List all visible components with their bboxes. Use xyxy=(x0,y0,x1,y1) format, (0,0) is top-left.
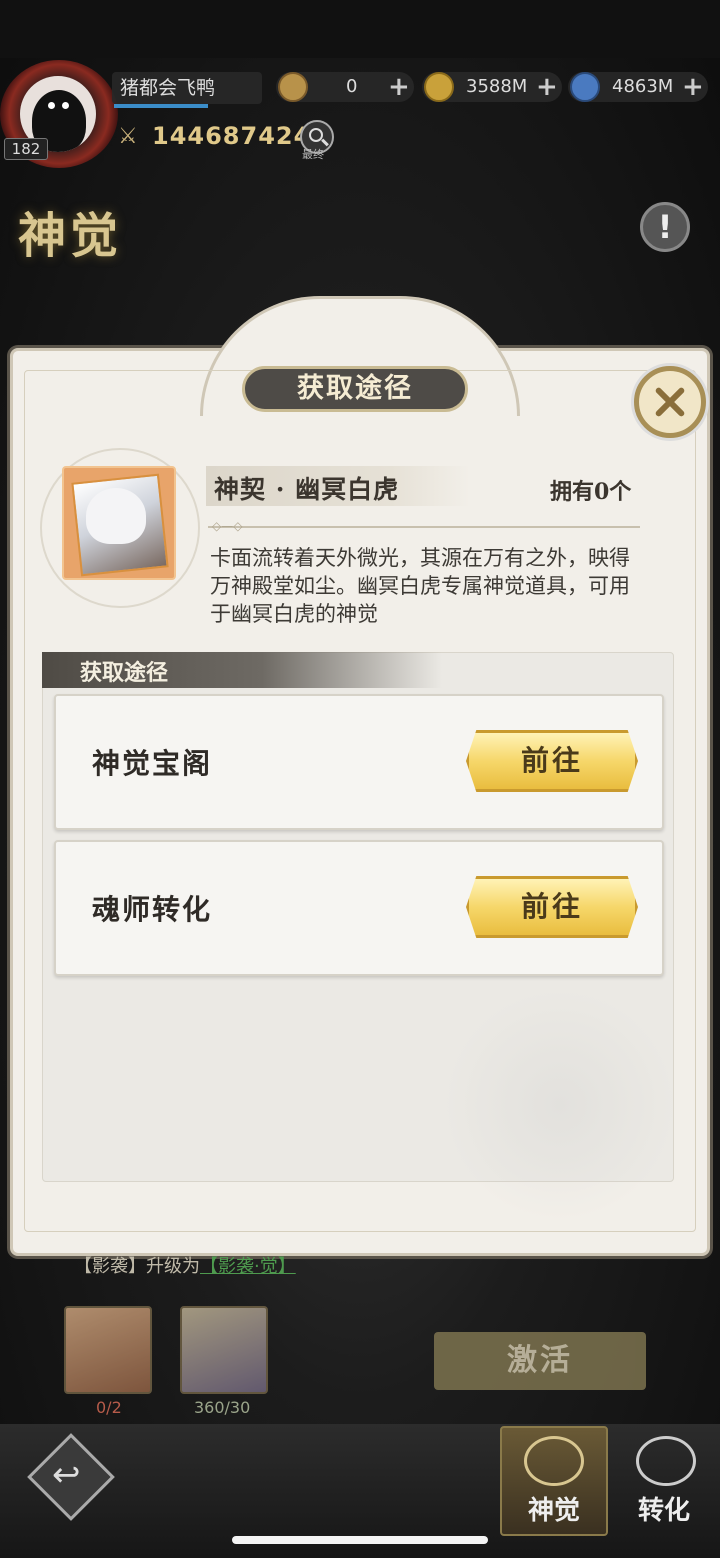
potion-icon xyxy=(570,72,600,102)
watermark-art xyxy=(440,990,680,1220)
home-indicator[interactable] xyxy=(232,1536,488,1544)
level-badge: 182 xyxy=(4,138,48,160)
search-label: 最终 xyxy=(302,148,324,161)
tab-transform-label: 转化 xyxy=(638,1496,691,1526)
tab-awaken-label: 神觉 xyxy=(528,1496,581,1526)
plus-icon[interactable]: + xyxy=(388,73,410,101)
close-button[interactable] xyxy=(634,366,706,438)
material-slot-crystal[interactable] xyxy=(180,1306,268,1394)
item-name: 神契 · 幽冥白虎 xyxy=(214,475,400,504)
exp-bar xyxy=(114,104,208,108)
currency-1-value: 0 xyxy=(346,76,358,97)
divider-ornament: ◇—◇ xyxy=(212,519,243,533)
slot-count: 360/30 xyxy=(194,1398,251,1417)
star-emblem-icon xyxy=(636,1436,696,1486)
plus-icon[interactable]: + xyxy=(682,73,704,101)
section-title: 获取途径 xyxy=(80,660,169,686)
currency-3-value: 4863M xyxy=(612,76,674,97)
item-icon[interactable] xyxy=(62,466,176,580)
awaken-emblem-icon xyxy=(524,1436,584,1486)
gold-coin-icon xyxy=(424,72,454,102)
currency-2-value: 3588M xyxy=(466,76,528,97)
note-link[interactable]: 【影袭·觉】 xyxy=(200,1256,296,1277)
go-button[interactable]: 前往 xyxy=(466,730,638,792)
slot-count: 0/2 xyxy=(96,1398,122,1417)
player-name: 猪都会飞鸭 xyxy=(112,72,262,104)
diamond-coin-icon xyxy=(278,72,308,102)
power-value: 144687424 xyxy=(152,122,312,150)
source-label: 魂师转化 xyxy=(92,893,213,926)
info-button[interactable]: ! xyxy=(640,202,690,252)
plus-icon[interactable]: + xyxy=(536,73,558,101)
divider xyxy=(208,526,640,528)
skill-upgrade-note: 【影袭】升级为【影袭·觉】 xyxy=(74,1252,296,1278)
page-title: 神觉 xyxy=(18,208,123,264)
source-label: 神觉宝阁 xyxy=(92,747,213,780)
material-slot-card[interactable] xyxy=(64,1306,152,1394)
item-description: 卡面流转着天外微光，其源在万有之外，映得万神殿堂如尘。幽冥白虎专属神觉道具，可用… xyxy=(210,546,630,626)
status-bar xyxy=(0,0,720,58)
activate-button[interactable]: 激活 xyxy=(434,1332,646,1390)
go-button[interactable]: 前往 xyxy=(466,876,638,938)
crossed-swords-icon: ⚔ xyxy=(118,124,138,149)
back-arrow-icon: ↩ xyxy=(52,1455,81,1495)
item-owned-count: 拥有0个 xyxy=(550,479,632,505)
note-prefix: 【影袭】升级为 xyxy=(74,1256,200,1277)
modal-title: 获取途径 xyxy=(242,366,468,412)
